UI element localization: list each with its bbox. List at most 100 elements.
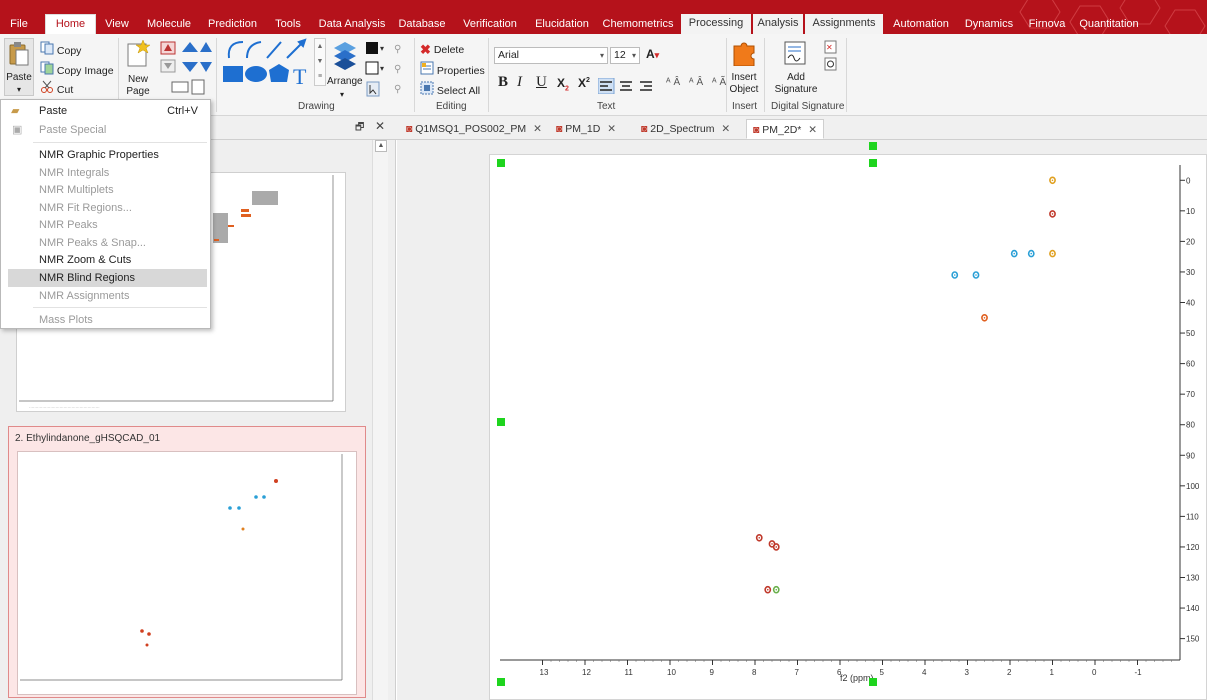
font-name-value: Arial (498, 49, 520, 61)
selection-handle[interactable] (869, 159, 877, 167)
y-tick-label: 20 (1186, 237, 1195, 246)
peak-center (1013, 252, 1016, 255)
tab-tools[interactable]: Tools (270, 15, 306, 34)
copy-image-button[interactable]: Copy Image (40, 61, 114, 79)
float-window-icon[interactable]: 🗗 (355, 120, 364, 137)
tab-chemometrics[interactable]: Chemometrics (601, 15, 675, 34)
signature-icon (784, 41, 806, 65)
tab-data-analysis[interactable]: Data Analysis (316, 15, 388, 34)
editing-group-label: Editing (436, 101, 467, 112)
tab-view[interactable]: View (99, 15, 135, 34)
add-signature-button[interactable]: Add Signature (770, 40, 822, 98)
properties-button[interactable]: Properties (420, 61, 485, 79)
new-page-icon (127, 40, 151, 67)
drawing-shapes-gallery[interactable]: T (221, 38, 313, 86)
tab-prediction[interactable]: Prediction (205, 15, 260, 34)
tab-assignments[interactable]: Assignments (805, 14, 883, 34)
doc-tab-label: PM_1D (565, 123, 601, 135)
peak-center (1030, 252, 1033, 255)
cut-button[interactable]: Cut (40, 80, 73, 98)
nmr-2d-spectrum-plot[interactable]: 13 12 11 10 9 8 7 6 5 4 3 2 1 0 -1 0102030405060708090… (490, 155, 1207, 700)
x-tick-label: 11 (625, 668, 634, 677)
tab-automation[interactable]: Automation (889, 15, 953, 34)
font-name-select[interactable]: Arial ▾ (494, 47, 608, 64)
menu-item-nmr-assignments[interactable]: NMR Assignments (1, 287, 210, 305)
selection-handle[interactable] (869, 142, 877, 150)
menu-item-nmr-fit-regions[interactable]: NMR Fit Regions... (1, 199, 210, 217)
tab-file[interactable]: File (4, 15, 34, 34)
peak-center (953, 274, 956, 276)
page-layout-tools[interactable] (160, 40, 212, 100)
menu-item-label: NMR Blind Regions (39, 272, 135, 284)
italic-button[interactable]: I (517, 74, 522, 91)
tab-molecule[interactable]: Molecule (143, 15, 195, 34)
copy-button[interactable]: Copy (40, 41, 81, 59)
close-icon[interactable]: ✕ (721, 123, 730, 135)
doc-tab-pm-2d[interactable]: ◙ PM_2D* ✕ (746, 119, 825, 139)
menu-item-paste-special[interactable]: ▣ Paste Special (1, 121, 210, 139)
superscript-button[interactable]: X2 (578, 76, 590, 90)
tab-database[interactable]: Database (396, 15, 448, 34)
fill-line-tools[interactable]: ▾ ▾ ⚲ ⚲ ⚲ (364, 38, 412, 98)
delete-button[interactable]: ✖ Delete (420, 41, 464, 59)
peak-center (775, 588, 778, 591)
layers-icon[interactable] (332, 40, 358, 74)
doc-tab-2d-spectrum[interactable]: ◙ 2D_Spectrum ✕ (641, 119, 730, 139)
menu-item-label: Mass Plots (39, 314, 93, 326)
thumbnail-panel-scrollbar[interactable]: ▲ (372, 140, 388, 700)
menu-item-paste[interactable]: ▰ Paste Ctrl+V (1, 102, 210, 120)
selection-handle[interactable] (497, 678, 505, 686)
tab-home[interactable]: Home (45, 14, 96, 34)
tab-elucidation[interactable]: Elucidation (531, 15, 593, 34)
menu-item-nmr-peaks-snap[interactable]: NMR Peaks & Snap... (1, 234, 210, 252)
spectrum-page[interactable]: 13 12 11 10 9 8 7 6 5 4 3 2 1 0 -1 0 10 20 30 40 50 60 70 80 90… (489, 154, 1207, 700)
menu-item-nmr-zoom-cuts[interactable]: NMR Zoom & Cuts (1, 251, 210, 269)
arrange-button[interactable]: Arrange (327, 76, 363, 87)
paste-button[interactable]: Paste ▾ (4, 38, 34, 96)
y-tick-label: 0 (1186, 176, 1191, 185)
font-size-select[interactable]: 12 ▾ (610, 47, 640, 64)
scroll-up-arrow-icon[interactable]: ▲ (375, 140, 387, 152)
x-tick-label: 13 (540, 668, 549, 677)
menu-item-nmr-blind-regions[interactable]: NMR Blind Regions (8, 269, 207, 287)
selection-handle[interactable] (497, 418, 505, 426)
subscript-button[interactable]: X2 (557, 76, 569, 92)
doc-tab-q1msq1[interactable]: ◙ Q1MSQ1_POS002_PM ✕ (406, 119, 542, 139)
close-panel-icon[interactable]: ✕ (375, 119, 385, 133)
peak-marker (772, 585, 780, 594)
page-thumbnail-2[interactable]: 2. Ethylindanone_gHSQCAD_01 (8, 426, 366, 698)
tab-quantitation[interactable]: Quantitation (1076, 15, 1142, 34)
tab-analysis[interactable]: Analysis (753, 14, 803, 34)
tab-verification[interactable]: Verification (458, 15, 522, 34)
selection-handle[interactable] (869, 678, 877, 686)
gallery-scroll[interactable]: ▲ ▼ ≡ (314, 38, 326, 86)
menu-item-nmr-graphic-properties[interactable]: NMR Graphic Properties (1, 146, 210, 164)
selection-handle[interactable] (497, 159, 505, 167)
tab-firnova[interactable]: Firnova (1024, 15, 1070, 34)
text-align-buttons[interactable] (598, 78, 662, 94)
close-icon[interactable]: ✕ (533, 123, 542, 135)
tab-dynamics[interactable]: Dynamics (961, 15, 1017, 34)
close-icon[interactable]: ✕ (808, 124, 817, 136)
spectrum-doc-icon: ◙ (556, 123, 563, 136)
drawing-group-label: Drawing (298, 101, 335, 112)
tab-processing[interactable]: Processing (681, 14, 751, 34)
y-tick-label: 150 (1186, 635, 1200, 644)
underline-button[interactable]: U (536, 74, 547, 91)
close-icon[interactable]: ✕ (607, 123, 616, 135)
new-page-button[interactable]: New Page (122, 40, 154, 100)
copy-label: Copy (56, 44, 82, 57)
select-all-button[interactable]: Select All (420, 81, 480, 99)
doc-tab-pm-1d[interactable]: ◙ PM_1D ✕ (556, 119, 616, 139)
menu-item-nmr-peaks[interactable]: NMR Peaks (1, 216, 210, 234)
bold-button[interactable]: B (498, 74, 508, 91)
menu-item-nmr-integrals[interactable]: NMR Integrals (1, 164, 210, 182)
text-size-buttons[interactable]: ᴬÂ ᴬÂ ᴬÃ (666, 77, 729, 88)
signature-tools[interactable]: ✕ (823, 40, 839, 74)
menu-item-mass-plots[interactable]: Mass Plots (1, 311, 210, 329)
svg-text:T: T (293, 64, 307, 86)
insert-object-button[interactable]: Insert Object (728, 40, 760, 98)
font-color-button[interactable]: A▾ (646, 47, 659, 61)
peak-center (758, 536, 761, 539)
menu-item-nmr-multiplets[interactable]: NMR Multiplets (1, 181, 210, 199)
